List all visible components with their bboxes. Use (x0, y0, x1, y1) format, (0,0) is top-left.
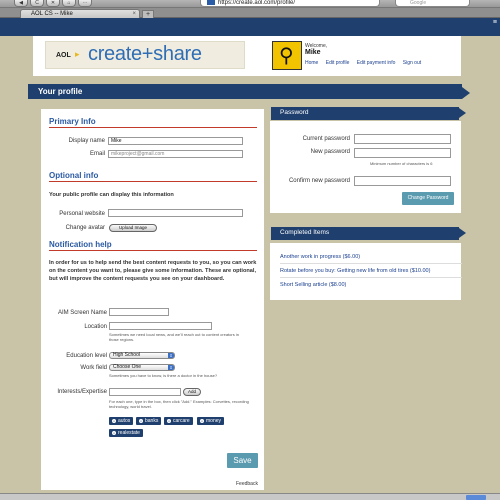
notification-help-heading: Notification help (49, 240, 257, 251)
completed-items-panel: Another work in progress ($6.00) Rotate … (270, 243, 462, 300)
aol-arrow-icon: ▸ (75, 49, 80, 59)
avatar-label: Change avatar (65, 225, 105, 231)
site-header: AOL ▸ create+share ⚲ Welcome, Mike Home … (33, 36, 461, 76)
remove-tag-icon[interactable]: x (167, 418, 171, 423)
change-password-button[interactable]: Change Password (402, 192, 454, 205)
browser-status-bar (0, 493, 500, 500)
primary-info-heading: Primary Info (49, 117, 257, 128)
optional-info-heading: Optional info (49, 171, 257, 182)
logo-title: create+share (88, 43, 202, 65)
completed-items-heading: Completed Items (280, 229, 330, 236)
page-title: Your profile (38, 87, 83, 96)
url-bar[interactable]: https://create.aol.com/profile/ (200, 0, 380, 7)
save-button[interactable]: Save (227, 453, 258, 468)
stop-icon[interactable]: ✕ (46, 0, 60, 7)
site-top-strip: ≡ (0, 18, 500, 36)
search-input[interactable]: Google (395, 0, 470, 7)
upload-image-button[interactable]: Upload Image (109, 224, 157, 232)
workfield-value: Choose One (113, 364, 142, 370)
bar-tail (459, 228, 466, 238)
completed-item[interactable]: Short Selling article ($8.00) (280, 279, 462, 292)
location-field[interactable] (109, 322, 212, 330)
aol-logo-text: AOL (56, 52, 71, 59)
back-icon[interactable]: ◀ (14, 0, 28, 7)
edit-profile-link[interactable]: Edit profile (326, 60, 350, 66)
home-link[interactable]: Home (305, 60, 318, 66)
education-label: Education level (66, 353, 107, 359)
min-password-note: Minimum number of characters is 6 (370, 161, 433, 166)
location-note: Sometimes we need local news, and we'll … (109, 332, 239, 342)
completed-items-bar: Completed Items (271, 227, 466, 240)
new-tab-button[interactable]: + (142, 10, 154, 18)
password-bar: Password (271, 107, 466, 120)
tab-strip: AOL CS -- Mike × + (0, 8, 500, 18)
avatar: ⚲ (272, 41, 302, 70)
education-value: High School (113, 352, 140, 358)
remove-tag-icon[interactable]: x (112, 418, 116, 423)
home-icon[interactable]: ⌂ (62, 0, 76, 7)
workfield-label: Work field (80, 365, 107, 371)
select-arrows-icon: ⇕ (168, 365, 174, 370)
url-text: https://create.aol.com/profile/ (218, 0, 296, 7)
interest-tag-autos[interactable]: x autos (109, 417, 134, 425)
interests-label: Interests/Expertise (57, 389, 107, 395)
select-arrows-icon: ⇕ (168, 353, 174, 358)
workfield-select[interactable]: Choose One ⇕ (109, 364, 175, 371)
aim-field[interactable] (109, 308, 169, 316)
interests-field[interactable] (109, 388, 181, 396)
page-title-ribbon: Your profile (28, 84, 470, 99)
add-interest-button[interactable]: Add (183, 388, 201, 396)
site-favicon-icon (207, 0, 215, 5)
bar-tail (459, 108, 466, 118)
bookmark-icon[interactable]: ⋯ (78, 0, 92, 7)
website-field[interactable] (108, 209, 243, 217)
remove-tag-icon[interactable]: x (139, 418, 143, 423)
forward-icon[interactable]: C (30, 0, 44, 7)
confirm-password-label: Confirm new password (288, 178, 350, 184)
remove-tag-icon[interactable]: x (112, 430, 116, 435)
workfield-note: Sometimes you have to know, is there a d… (109, 373, 218, 378)
feedback-link[interactable]: Feedback (236, 481, 258, 487)
password-heading: Password (280, 109, 309, 116)
confirm-password-field[interactable] (354, 176, 451, 186)
new-password-label: New password (310, 149, 350, 155)
current-password-label: Current password (302, 136, 350, 142)
username: Mike (305, 49, 321, 56)
interest-tag-carcare[interactable]: x carcare (164, 417, 193, 425)
interests-note: For each one, type in the box, then clic… (109, 399, 249, 409)
overflow-icon[interactable]: ≡ (493, 19, 497, 26)
create-share-logo[interactable]: AOL ▸ create+share (45, 41, 245, 69)
interest-tag-realestate[interactable]: x realestate (109, 429, 143, 437)
browser-tab[interactable]: AOL CS -- Mike × (20, 9, 140, 18)
location-label: Location (84, 324, 107, 330)
new-password-field[interactable] (354, 148, 451, 158)
display-name-label: Display name (68, 138, 105, 144)
remove-tag-icon[interactable]: x (200, 418, 204, 423)
notification-intro: In order for us to help send the best co… (49, 260, 257, 282)
interest-tag-banks[interactable]: x banks (136, 417, 162, 425)
aim-label: AIM Screen Name (57, 310, 107, 316)
ribbon-tail (462, 87, 470, 99)
email-label: Email (89, 151, 105, 157)
display-name-field[interactable]: Mike (108, 137, 243, 145)
edit-payment-link[interactable]: Edit payment info (357, 60, 396, 66)
website-label: Personal website (59, 211, 105, 217)
current-password-field[interactable] (354, 134, 451, 144)
email-field[interactable]: mikeproject@gmail.com (108, 150, 243, 158)
status-icon (466, 495, 486, 500)
profile-form-panel: Primary Info Display name Mike Email mik… (41, 109, 264, 490)
optional-subtitle: Your public profile can display this inf… (49, 192, 174, 198)
aim-running-man-icon: ⚲ (279, 45, 294, 67)
tab-title: AOL CS -- Mike (31, 11, 73, 17)
completed-item[interactable]: Another work in progress ($6.00) (280, 251, 462, 264)
completed-item[interactable]: Rotate before you buy: Getting new life … (280, 265, 462, 278)
education-select[interactable]: High School ⇕ (109, 352, 175, 359)
close-tab-icon[interactable]: × (132, 10, 136, 18)
header-links: Home Edit profile Edit payment info Sign… (305, 60, 427, 66)
sign-out-link[interactable]: Sign out (403, 60, 421, 66)
interest-tag-money[interactable]: x money (197, 417, 225, 425)
browser-toolbar: ◀ C ✕ ⌂ ⋯ https://create.aol.com/profile… (0, 0, 500, 8)
